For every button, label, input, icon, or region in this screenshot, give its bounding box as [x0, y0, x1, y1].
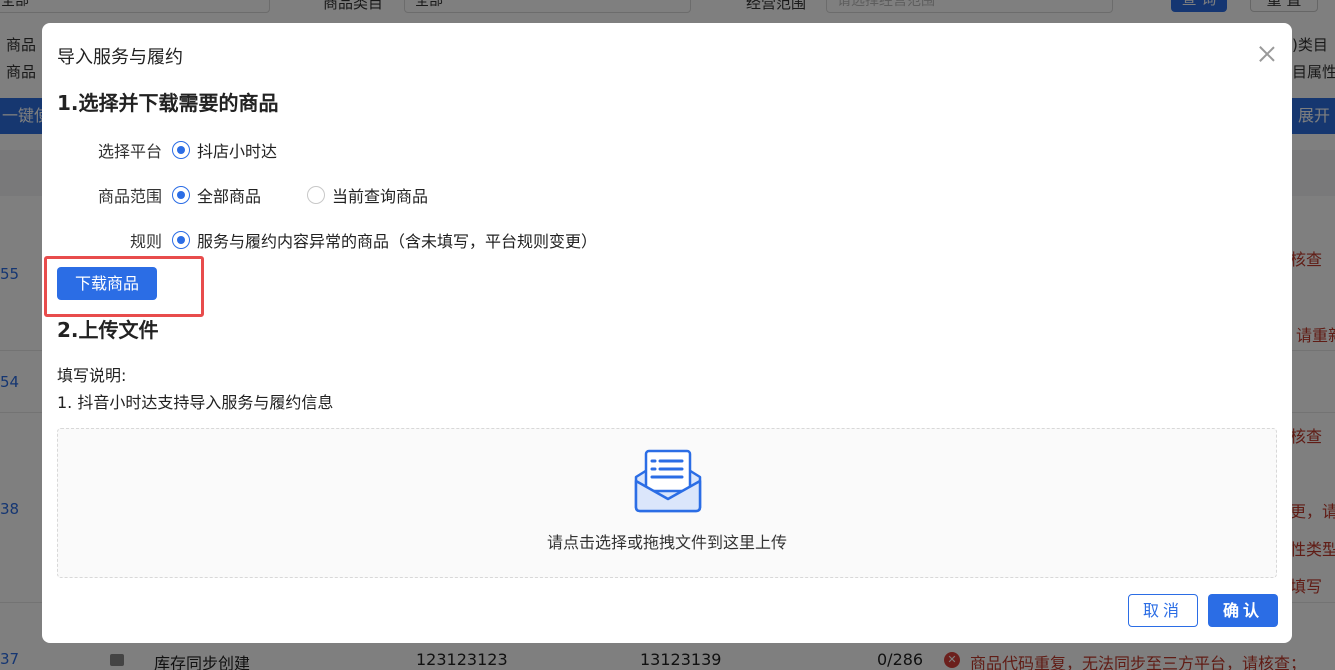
section1-title: 1.选择并下载需要的商品 [57, 91, 279, 115]
radio-checked-icon [172, 141, 190, 159]
download-products-button[interactable]: 下载商品 [57, 267, 157, 300]
radio-checked-icon [172, 186, 190, 204]
instructions-item: 1. 抖音小时达支持导入服务与履约信息 [57, 393, 334, 412]
close-icon[interactable] [1256, 43, 1278, 65]
range-label: 商品范围 [97, 187, 162, 206]
rule-radio[interactable]: 服务与履约内容异常的商品（含未填写，平台规则变更） [172, 228, 597, 252]
cancel-button[interactable]: 取消 [1128, 594, 1198, 627]
range-radio-current[interactable]: 当前查询商品 [307, 183, 428, 207]
upload-dropzone[interactable]: 请点击选择或拖拽文件到这里上传 [57, 428, 1277, 578]
confirm-button[interactable]: 确认 [1208, 594, 1278, 627]
upload-hint: 请点击选择或拖拽文件到这里上传 [546, 533, 787, 552]
range-option-all-label: 全部商品 [197, 187, 262, 206]
import-dialog: 导入服务与履约 1.选择并下载需要的商品 选择平台 抖店小时达 商品范围 全部商… [42, 23, 1292, 643]
dialog-title: 导入服务与履约 [57, 47, 183, 68]
platform-label: 选择平台 [97, 142, 162, 161]
range-radio-all[interactable]: 全部商品 [172, 183, 261, 207]
radio-unchecked-icon [307, 186, 325, 204]
platform-option-label: 抖店小时达 [197, 142, 278, 161]
range-option-current-label: 当前查询商品 [332, 187, 429, 206]
instructions-title: 填写说明: [57, 366, 127, 385]
platform-radio[interactable]: 抖店小时达 [172, 138, 277, 162]
envelope-upload-icon [634, 449, 702, 513]
radio-checked-icon [172, 231, 190, 249]
rule-label: 规则 [129, 232, 162, 251]
rule-option-label: 服务与履约内容异常的商品（含未填写，平台规则变更） [197, 232, 598, 251]
section2-title: 2.上传文件 [57, 318, 159, 342]
